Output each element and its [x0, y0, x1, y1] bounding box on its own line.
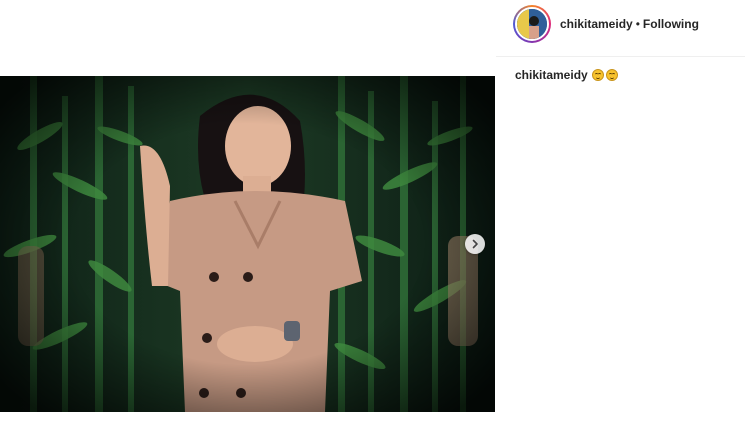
next-photo-button[interactable]	[465, 234, 485, 254]
separator-dot: •	[635, 17, 640, 31]
avatar[interactable]	[515, 7, 549, 41]
caption-username[interactable]: chikitameidy	[515, 68, 588, 82]
avatar-image	[517, 9, 547, 39]
avatar-ring[interactable]	[513, 5, 551, 43]
grinning-face-emoji-icon	[591, 69, 604, 81]
post-caption: chikitameidy	[515, 68, 620, 82]
header-text: chikitameidy • Following	[560, 17, 699, 31]
grinning-face-emoji-icon	[605, 69, 618, 81]
post-photo[interactable]	[0, 76, 495, 412]
chevron-right-icon	[472, 239, 478, 249]
photo-image	[0, 76, 495, 412]
post-header: chikitameidy • Following	[496, 0, 745, 57]
following-button[interactable]: Following	[643, 17, 699, 31]
post-username[interactable]: chikitameidy	[560, 17, 633, 31]
instagram-post: chikitameidy • Following chikitameidy	[0, 0, 745, 424]
